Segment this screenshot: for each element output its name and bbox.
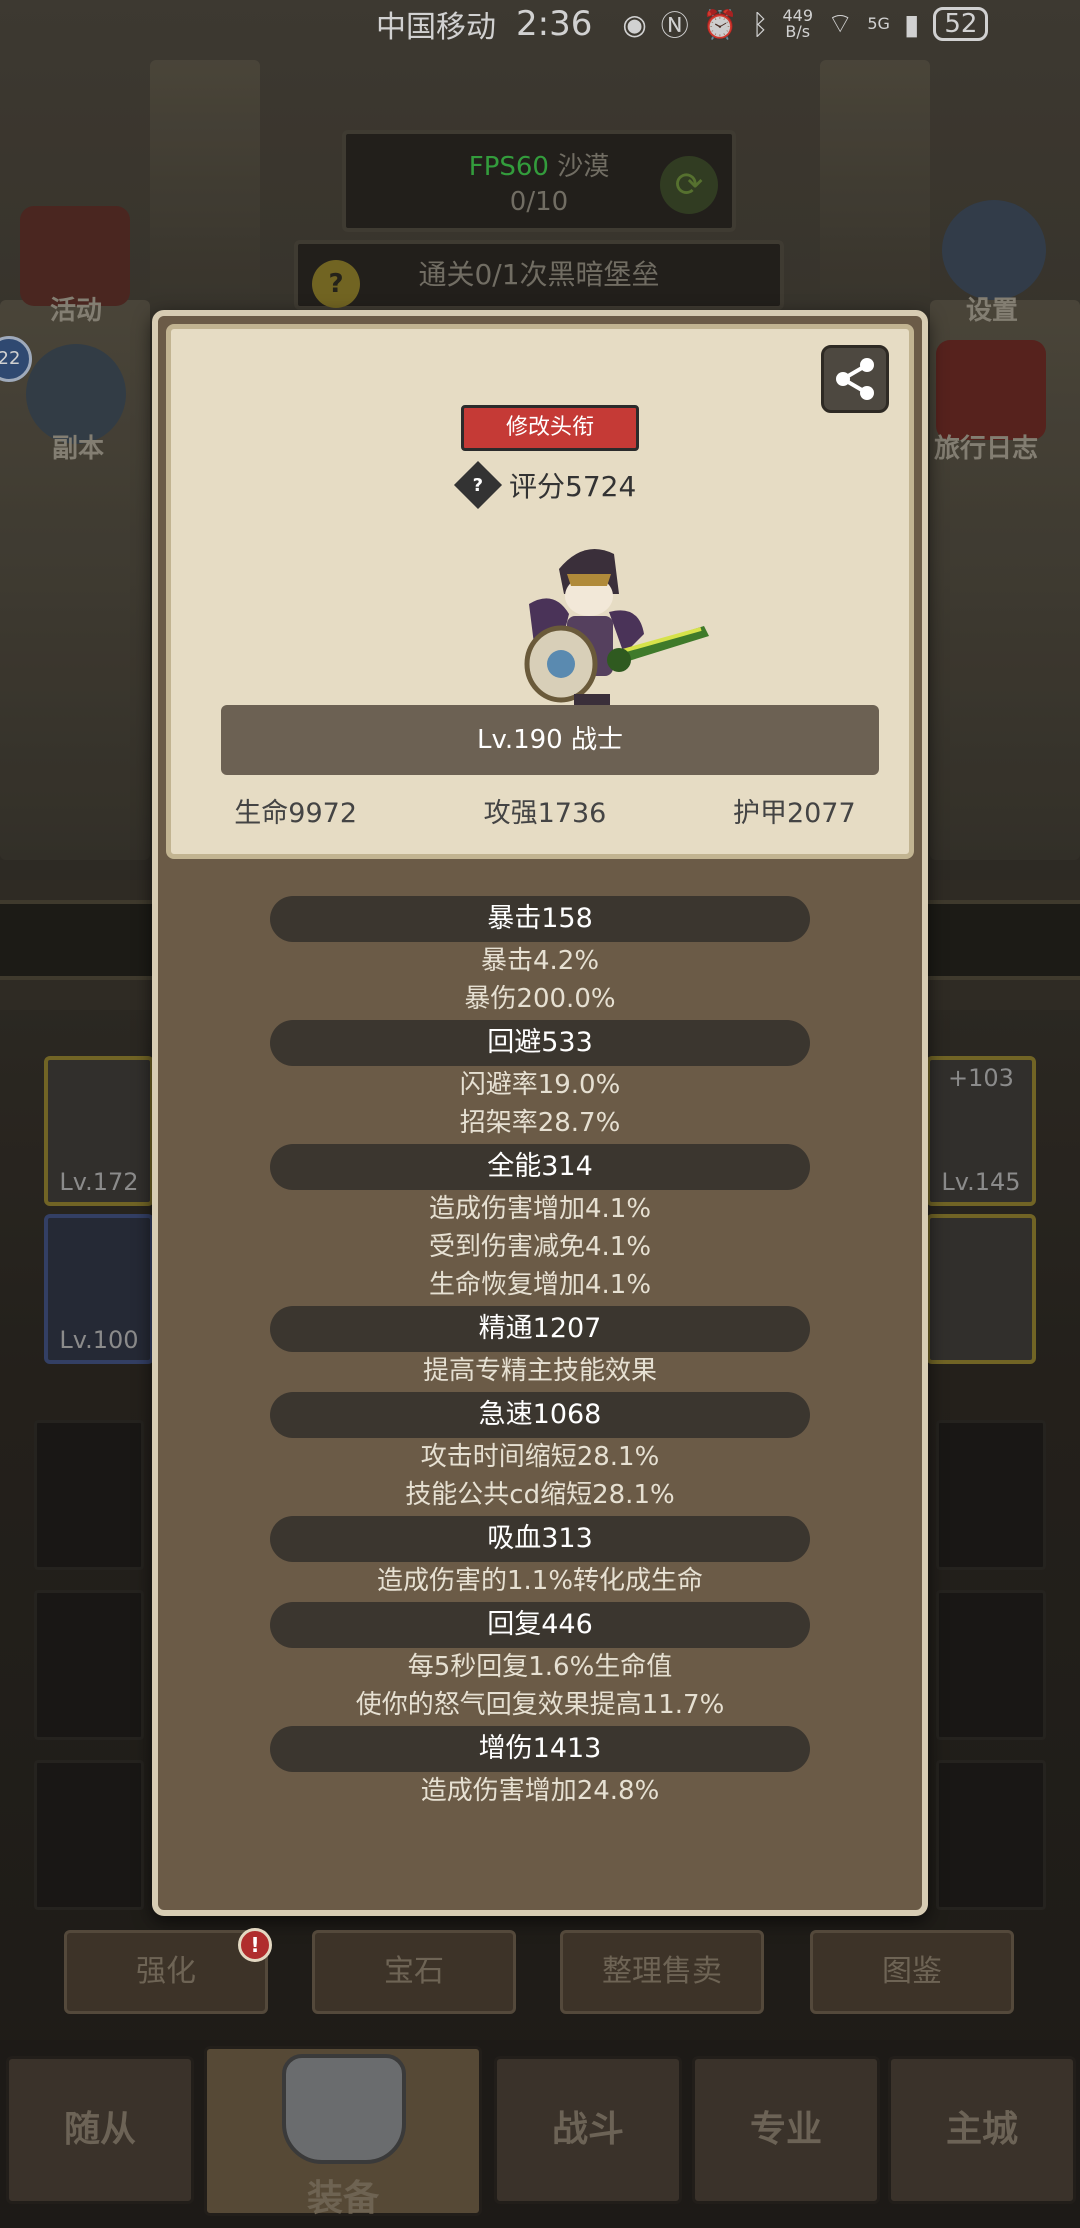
attr-header-haste: 急速1068 bbox=[270, 1392, 810, 1438]
warrior-avatar bbox=[524, 549, 709, 712]
attr-header-crit: 暴击158 bbox=[270, 896, 810, 942]
attr-line: 造成伤害增加24.8% bbox=[420, 1776, 660, 1806]
nav-tab-main-city[interactable]: 主城 bbox=[888, 2056, 1076, 2204]
attr-line: 攻击时间缩短28.1% bbox=[420, 1442, 660, 1472]
score-row: ? 评分5724 bbox=[453, 460, 637, 510]
armor-icon bbox=[282, 2054, 406, 2164]
edit-title-button[interactable]: 修改头衔 bbox=[461, 405, 639, 451]
nav-tab-battle[interactable]: 战斗 bbox=[494, 2056, 682, 2204]
attr-line: 暴伤200.0% bbox=[464, 984, 616, 1014]
nav-tab-followers[interactable]: 随从 bbox=[6, 2056, 194, 2204]
share-button[interactable] bbox=[821, 345, 889, 413]
nav-tab-profession[interactable]: 专业 bbox=[692, 2056, 880, 2204]
attr-line: 使你的怒气回复效果提高11.7% bbox=[355, 1690, 725, 1720]
attribute-list: 暴击158 暴击4.2% 暴伤200.0% 回避533 闪避率19.0% 招架率… bbox=[158, 894, 922, 1810]
level-class-bar: Lv.190 战士 bbox=[221, 705, 879, 775]
attr-header-lifesteal: 吸血313 bbox=[270, 1516, 810, 1562]
profile-card: 修改头衔 ? 评分5724 Lv.190 战士 生命9972 攻强1736 护甲… bbox=[166, 324, 914, 859]
attr-line: 受到伤害减免4.1% bbox=[428, 1232, 652, 1262]
attr-header-regen: 回复446 bbox=[270, 1602, 810, 1648]
codex-button[interactable]: 图鉴 bbox=[810, 1930, 1014, 2014]
score-help-icon[interactable]: ? bbox=[453, 460, 503, 510]
attr-line: 招架率28.7% bbox=[459, 1108, 621, 1138]
attr-line: 生命恢复增加4.1% bbox=[428, 1270, 652, 1300]
attr-header-mastery: 精通1207 bbox=[270, 1306, 810, 1352]
attr-header-damage-bonus: 增伤1413 bbox=[270, 1726, 810, 1772]
attr-line: 技能公共cd缩短28.1% bbox=[405, 1480, 675, 1510]
attr-header-avoidance: 回避533 bbox=[270, 1020, 810, 1066]
character-stats-modal: 修改头衔 ? 评分5724 Lv.190 战士 生命9972 攻强1736 护甲… bbox=[152, 310, 928, 1916]
stat-hp: 生命9972 bbox=[234, 798, 358, 829]
gem-button[interactable]: 宝石 bbox=[312, 1930, 516, 2014]
attr-line: 暴击4.2% bbox=[480, 946, 600, 976]
attr-line: 每5秒回复1.6%生命值 bbox=[407, 1652, 673, 1682]
sort-sell-button[interactable]: 整理售卖 bbox=[560, 1930, 764, 2014]
stat-attack-power: 攻强1736 bbox=[483, 798, 607, 829]
base-stats-row: 生命9972 攻强1736 护甲2077 bbox=[171, 791, 919, 841]
attr-line: 造成伤害增加4.1% bbox=[428, 1194, 652, 1224]
stat-armor: 护甲2077 bbox=[732, 798, 856, 829]
score-value: 评分5724 bbox=[509, 470, 637, 503]
attr-line: 闪避率19.0% bbox=[459, 1070, 621, 1100]
alert-badge: ! bbox=[238, 1928, 272, 1962]
share-icon bbox=[836, 358, 874, 400]
attr-header-versatility: 全能314 bbox=[270, 1144, 810, 1190]
attr-line: 造成伤害的1.1%转化成生命 bbox=[376, 1566, 704, 1596]
attr-line: 提高专精主技能效果 bbox=[422, 1356, 657, 1386]
